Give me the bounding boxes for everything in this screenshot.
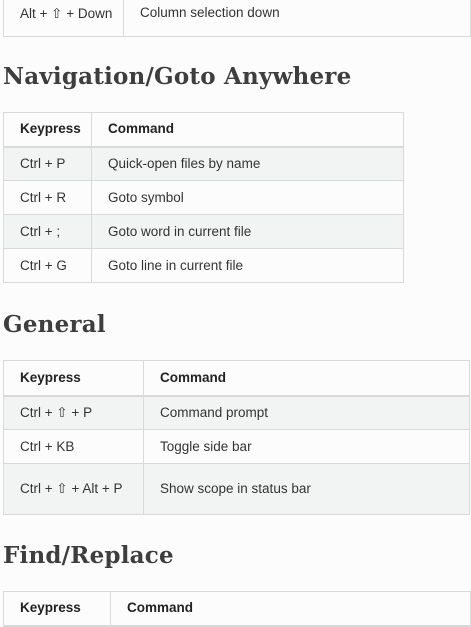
command-cell: Command prompt bbox=[143, 395, 470, 430]
command-cell: Toggle side bar bbox=[143, 429, 470, 464]
command-cell: Column selection down bbox=[123, 0, 471, 37]
table-row: Ctrl + G Goto line in current file bbox=[3, 248, 404, 283]
table-header-row: Keypress Command bbox=[3, 112, 404, 148]
keypress-cell: Ctrl + ; bbox=[3, 214, 92, 249]
keypress-cell: Ctrl + ⇧ + P bbox=[3, 395, 144, 430]
table-row: Ctrl + ⇧ + P Command prompt bbox=[3, 395, 470, 430]
section-title-general: General bbox=[3, 311, 106, 338]
command-cell: Goto symbol bbox=[91, 180, 404, 215]
keypress-header: Keypress bbox=[3, 591, 111, 627]
command-header: Command bbox=[91, 112, 404, 148]
column-selection-table: Alt + ⇧ + Down Column selection down bbox=[3, 0, 471, 37]
section-title-navigation: Navigation/Goto Anywhere bbox=[3, 63, 352, 90]
section-title-find-replace: Find/Replace bbox=[3, 542, 174, 569]
command-cell: Goto word in current file bbox=[91, 214, 404, 249]
keypress-header: Keypress bbox=[3, 112, 92, 148]
command-cell: Goto line in current file bbox=[91, 248, 404, 283]
keypress-cell: Ctrl + ⇧ + Alt + P bbox=[3, 463, 144, 515]
keypress-cell: Ctrl + P bbox=[3, 146, 92, 181]
keypress-cell: Ctrl + G bbox=[3, 248, 92, 283]
command-cell: Show scope in status bar bbox=[143, 463, 470, 515]
table-row: Ctrl + ⇧ + Alt + P Show scope in status … bbox=[3, 463, 470, 515]
general-shortcuts-table: Keypress Command Ctrl + ⇧ + P Command pr… bbox=[3, 360, 470, 515]
keypress-cell: Ctrl + R bbox=[3, 180, 92, 215]
table-row: Ctrl + P Quick-open files by name bbox=[3, 146, 404, 181]
table-row: Ctrl + ; Goto word in current file bbox=[3, 214, 404, 249]
table-header-row: Keypress Command bbox=[3, 360, 470, 397]
navigation-shortcuts-table: Keypress Command Ctrl + P Quick-open fil… bbox=[3, 112, 404, 283]
keypress-cell: Alt + ⇧ + Down bbox=[3, 0, 124, 37]
find-replace-shortcuts-table: Keypress Command bbox=[3, 591, 471, 627]
table-row: Alt + ⇧ + Down Column selection down bbox=[3, 0, 471, 37]
command-cell: Quick-open files by name bbox=[91, 146, 404, 181]
table-row: Ctrl + KB Toggle side bar bbox=[3, 429, 470, 464]
command-header: Command bbox=[143, 360, 470, 397]
keypress-cell: Ctrl + KB bbox=[3, 429, 144, 464]
keypress-header: Keypress bbox=[3, 360, 144, 397]
table-row: Ctrl + R Goto symbol bbox=[3, 180, 404, 215]
command-header: Command bbox=[110, 591, 471, 627]
table-header-row: Keypress Command bbox=[3, 591, 471, 627]
